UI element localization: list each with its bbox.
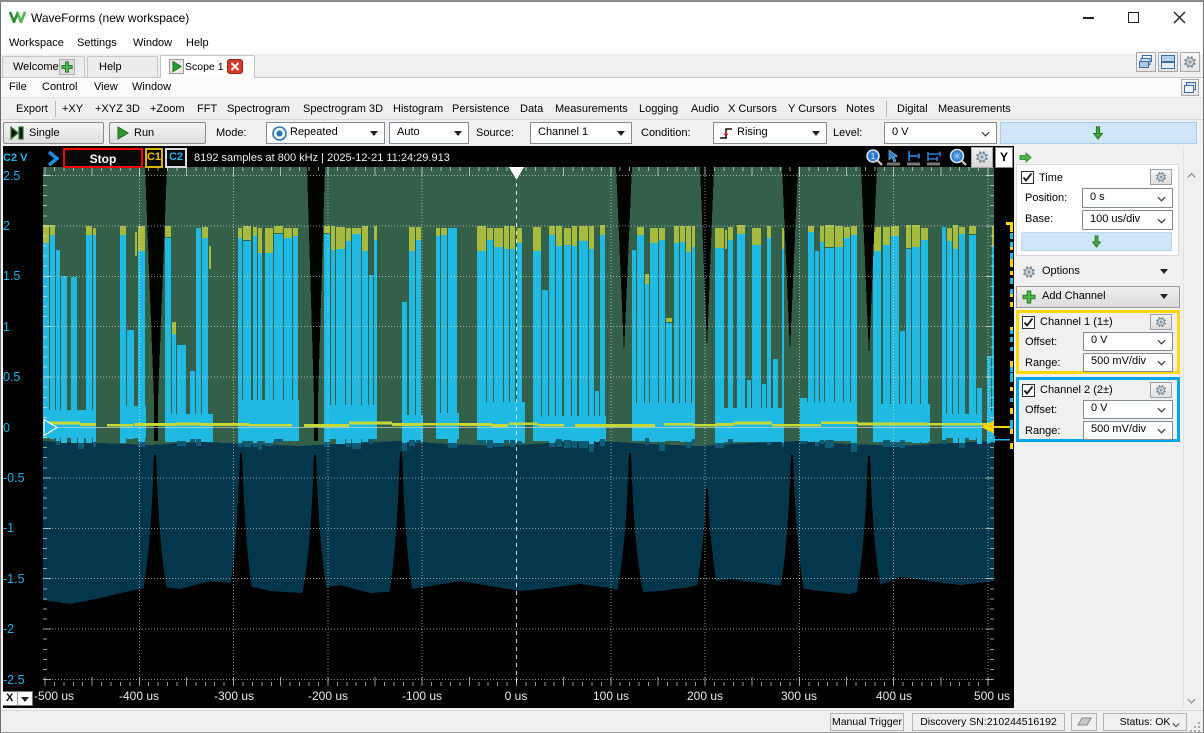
svg-text:-500 us: -500 us: [34, 689, 74, 703]
svg-text:0 us: 0 us: [505, 689, 528, 703]
svg-text:-300 us: -300 us: [214, 689, 254, 703]
svg-text:300 us: 300 us: [781, 689, 817, 703]
svg-text:2: 2: [3, 219, 10, 233]
svg-text:0.5: 0.5: [3, 370, 20, 384]
svg-text:1: 1: [871, 152, 876, 161]
svg-text:1: 1: [3, 320, 10, 334]
svg-text:0: 0: [3, 421, 10, 435]
svg-text:-2.5: -2.5: [3, 673, 25, 687]
svg-text:-0.5: -0.5: [3, 471, 25, 485]
svg-text:100 us: 100 us: [593, 689, 629, 703]
svg-text:200 us: 200 us: [687, 689, 723, 703]
svg-text:-100 us: -100 us: [402, 689, 442, 703]
svg-text:500 us: 500 us: [974, 689, 1010, 703]
svg-text:-400 us: -400 us: [119, 689, 159, 703]
svg-text:-1: -1: [3, 521, 14, 535]
svg-text:-1.5: -1.5: [3, 572, 25, 586]
svg-text:-2: -2: [3, 622, 14, 636]
svg-text:1.5: 1.5: [3, 269, 20, 283]
svg-text:-200 us: -200 us: [308, 689, 348, 703]
svg-text:400 us: 400 us: [876, 689, 912, 703]
svg-text:2.5: 2.5: [3, 169, 20, 183]
